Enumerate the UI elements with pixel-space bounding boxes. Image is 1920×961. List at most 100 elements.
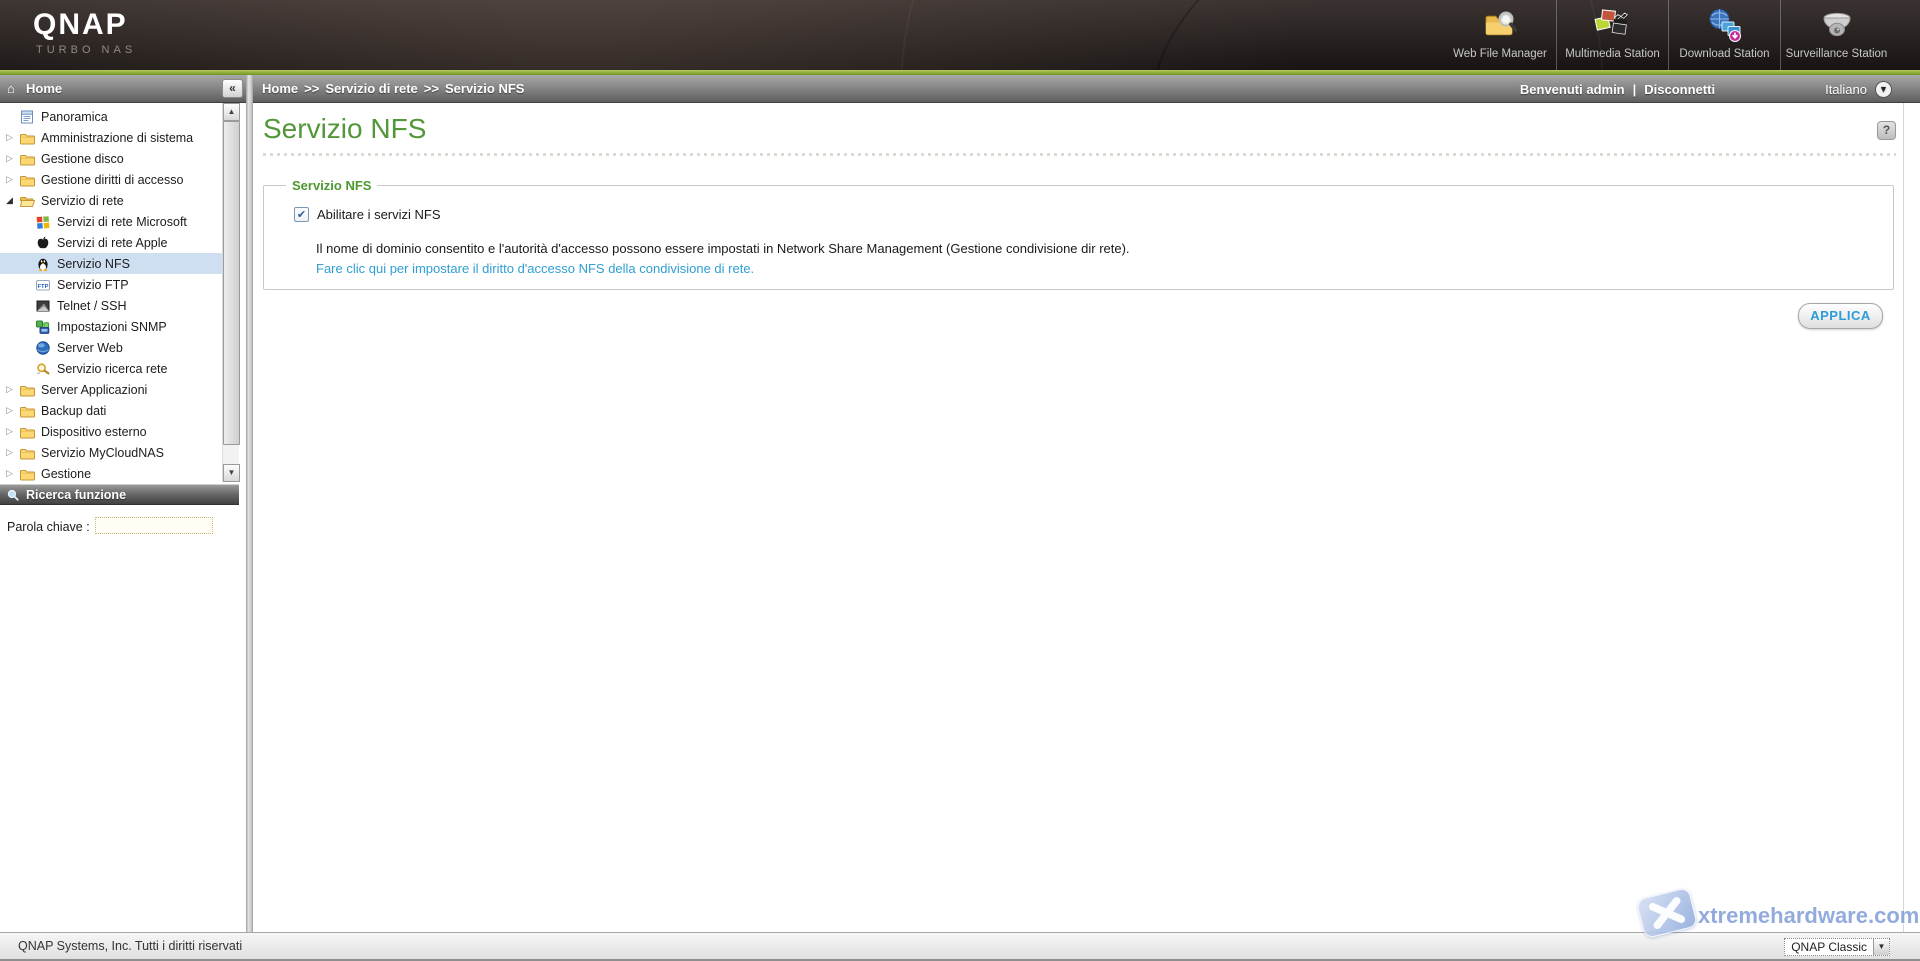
folder-icon (19, 403, 35, 419)
web-file-manager-icon (1480, 6, 1520, 46)
logout-link[interactable]: Disconnetti (1644, 82, 1715, 97)
language-dropdown-icon[interactable]: ▼ (1875, 81, 1892, 98)
sidebar-item-label: Servizio di rete (41, 193, 124, 208)
sidebar-item-gestione[interactable]: ▷ Gestione (0, 463, 222, 482)
expand-collapsed-icon[interactable]: ▷ (6, 174, 19, 185)
nfs-description: Il nome di dominio consentito e l'autori… (316, 241, 1130, 256)
title-divider (263, 153, 1896, 156)
station-download-station[interactable]: Download Station (1668, 0, 1780, 70)
sidebar-item-label: Servizio ricerca rete (57, 361, 168, 376)
overview-icon (19, 109, 35, 125)
sidebar-item-dispositivo-esterno[interactable]: ▷ Dispositivo esterno (0, 421, 222, 442)
expand-collapsed-icon[interactable]: ▷ (6, 153, 19, 164)
function-search-panel: Parola chiave : (0, 506, 239, 932)
nfs-access-link[interactable]: Fare clic qui per impostare il diritto d… (316, 261, 754, 276)
windows-icon (35, 214, 51, 230)
expand-collapsed-icon[interactable]: ▷ (6, 132, 19, 143)
sidebar-item-servizi-di-rete-apple[interactable]: Servizi di rete Apple (0, 232, 222, 253)
sidebar-item-label: Server Web (57, 340, 123, 355)
enable-nfs-checkbox[interactable]: ✔ (294, 207, 309, 222)
multimedia-station-icon (1593, 6, 1633, 46)
breadcrumb-separator: >> (423, 81, 439, 96)
main-content: Servizio NFS ? Servizio NFS ✔ Abilitare … (253, 103, 1920, 932)
folder-icon (19, 466, 35, 482)
group-legend: Servizio NFS (292, 178, 372, 193)
sidebar-collapse-button[interactable]: « (222, 79, 243, 98)
expand-collapsed-icon[interactable]: ▷ (6, 468, 19, 479)
qnap-logo: QNAP (33, 8, 128, 41)
station-surveillance-station[interactable]: Surveillance Station (1780, 0, 1892, 70)
breadcrumb-item-servizio-nfs: Servizio NFS (444, 81, 525, 96)
sidebar-header: ⌂ Home « (0, 75, 246, 103)
download-station-icon (1705, 6, 1745, 46)
folder-icon (19, 445, 35, 461)
station-web-file-manager[interactable]: Web File Manager (1444, 0, 1556, 70)
station-label: Web File Manager (1453, 48, 1547, 60)
sidebar-item-label: Backup dati (41, 403, 107, 418)
sidebar-item-server-applicazioni[interactable]: ▷ Server Applicazioni (0, 379, 222, 400)
breadcrumb-item-home[interactable]: Home (262, 81, 298, 96)
qnap-admin-app: QNAP TURBO NAS Web File Manager Multimedi… (0, 0, 1920, 961)
expand-collapsed-icon[interactable]: ▷ (6, 426, 19, 437)
sidebar-item-label: Servizio FTP (57, 277, 129, 292)
language-label: Italiano (1825, 82, 1867, 97)
sidebar-item-servizio-ftp[interactable]: FTP Servizio FTP (0, 274, 222, 295)
function-search-header: Ricerca funzione (0, 484, 239, 505)
expand-collapsed-icon[interactable]: ▷ (6, 405, 19, 416)
sidebar-item-label: Servizio NFS (57, 256, 130, 271)
sidebar-item-label: Gestione diritti di accesso (41, 172, 184, 187)
sidebar-item-impostazioni-snmp[interactable]: Impostazioni SNMP (0, 316, 222, 337)
folder-icon (19, 382, 35, 398)
folder-icon (19, 130, 35, 146)
sidebar-item-servizio-mycloudnas[interactable]: ▷ Servizio MyCloudNAS (0, 442, 222, 463)
sidebar-title: Home (26, 81, 63, 96)
sidebar-scrollbar[interactable]: ▲ ▼ (222, 103, 240, 482)
content-right-border (1903, 103, 1904, 932)
navigation-tree: Panoramica ▷ Amministrazione di sistema ▷ Ge… (0, 103, 222, 482)
sidebar-item-servizi-di-rete-microsoft[interactable]: Servizi di rete Microsoft (0, 211, 222, 232)
sidebar-item-servizio-di-rete[interactable]: ◢ Servizio di rete (0, 190, 222, 211)
apply-button[interactable]: APPLICA (1798, 303, 1883, 329)
expand-collapsed-icon[interactable]: ▷ (6, 447, 19, 458)
folder-icon (19, 172, 35, 188)
sidebar-item-server-web[interactable]: Server Web (0, 337, 222, 358)
sidebar-item-label: Servizi di rete Microsoft (57, 214, 187, 229)
sidebar-item-servizio-ricerca-rete[interactable]: Servizio ricerca rete (0, 358, 222, 379)
scroll-down-icon[interactable]: ▼ (223, 464, 240, 482)
sidebar-item-amministrazione-di-sistema[interactable]: ▷ Amministrazione di sistema (0, 127, 222, 148)
sidebar-item-label: Servizi di rete Apple (57, 235, 168, 250)
sidebar-item-gestione-diritti-di-accesso[interactable]: ▷ Gestione diritti di accesso (0, 169, 222, 190)
expand-collapsed-icon[interactable]: ▷ (6, 384, 19, 395)
help-button[interactable]: ? (1877, 121, 1896, 140)
sidebar-item-panoramica[interactable]: Panoramica (0, 106, 222, 127)
scroll-up-icon[interactable]: ▲ (223, 103, 240, 121)
nfs-settings-group: Servizio NFS ✔ Abilitare i servizi NFS I… (263, 178, 1894, 290)
sidebar: Panoramica ▷ Amministrazione di sistema ▷ Ge… (0, 103, 246, 932)
sidebar-item-gestione-disco[interactable]: ▷ Gestione disco (0, 148, 222, 169)
apple-icon (35, 235, 51, 251)
folder-open-icon (19, 193, 35, 209)
sidebar-item-telnet-ssh[interactable]: Telnet / SSH (0, 295, 222, 316)
scrollbar-thumb[interactable] (223, 121, 240, 445)
breadcrumb-item-servizio-di-rete[interactable]: Servizio di rete (325, 81, 417, 96)
sidebar-item-servizio-nfs[interactable]: Servizio NFS (0, 253, 222, 274)
session-area: Benvenuti admin | Disconnetti Italiano ▼ (1520, 81, 1892, 98)
station-multimedia-station[interactable]: Multimedia Station (1556, 0, 1668, 70)
expand-expanded-icon[interactable]: ◢ (6, 195, 19, 206)
home-icon: ⌂ (7, 81, 15, 96)
copyright-text: QNAP Systems, Inc. Tutti i diritti riser… (18, 939, 243, 953)
theme-select[interactable]: QNAP Classic ▼ (1784, 938, 1890, 956)
enable-nfs-row: ✔ Abilitare i servizi NFS (294, 207, 441, 222)
keyword-input[interactable] (95, 517, 213, 534)
theme-select-value: QNAP Classic (1791, 940, 1867, 954)
keyword-label: Parola chiave : (7, 520, 90, 534)
telnet-icon (35, 298, 51, 314)
top-bar: ⌂ Home « Home >> Servizio di rete >> Servizi… (0, 75, 1920, 103)
sidebar-item-label: Dispositivo esterno (41, 424, 147, 439)
search-icon (6, 488, 20, 502)
ftp-icon: FTP (35, 277, 51, 293)
sidebar-item-label: Gestione disco (41, 151, 124, 166)
station-label: Download Station (1679, 48, 1770, 60)
sidebar-splitter[interactable] (246, 75, 253, 932)
sidebar-item-backup-dati[interactable]: ▷ Backup dati (0, 400, 222, 421)
